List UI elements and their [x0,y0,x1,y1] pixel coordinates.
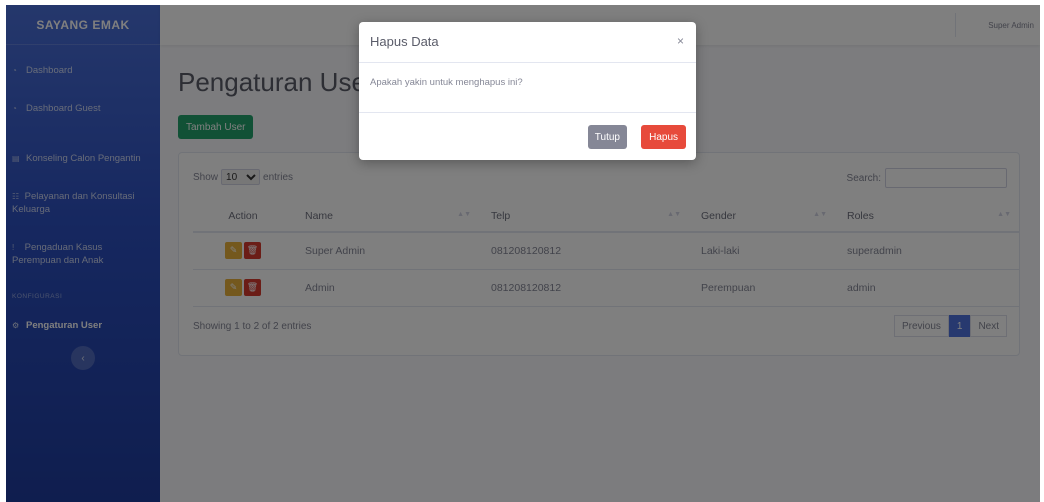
modal-body: Apakah yakin untuk menghapus ini? [359,63,696,113]
close-icon[interactable]: × [677,34,684,48]
modal-header: Hapus Data × [359,22,696,63]
delete-button[interactable]: Hapus [641,125,686,149]
modal-title: Hapus Data [370,34,439,49]
delete-confirm-modal: Hapus Data × Apakah yakin untuk menghapu… [359,22,696,160]
close-button[interactable]: Tutup [587,125,627,149]
modal-footer: Tutup Hapus [359,113,696,160]
modal-message: Apakah yakin untuk menghapus ini? [370,77,523,88]
